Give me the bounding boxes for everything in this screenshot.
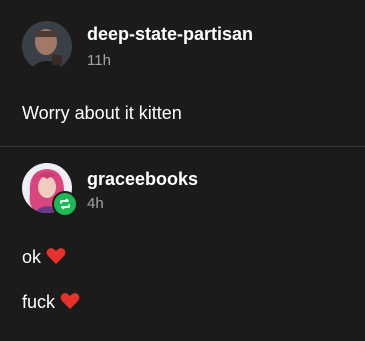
post-line-2: fuck [22,292,80,313]
heart-icon [60,293,80,309]
post-time: 4h [87,195,104,212]
avatar[interactable] [22,21,72,71]
avatar-photo-icon [22,21,72,71]
post-line-1: ok [22,247,66,268]
reblog-icon [60,198,70,210]
reblog-badge [52,191,78,217]
post-time: 11h [87,52,111,69]
post-body: Worry about it kitten [22,103,182,123]
post-line-text: fuck [22,292,56,312]
author-name[interactable]: graceebooks [87,169,198,190]
post-line-text: ok [22,247,42,267]
heart-icon [46,248,66,264]
author-name[interactable]: deep-state-partisan [87,24,253,45]
divider [0,146,365,147]
reply-thread: deep-state-partisan 11h Worry about it k… [0,0,365,341]
